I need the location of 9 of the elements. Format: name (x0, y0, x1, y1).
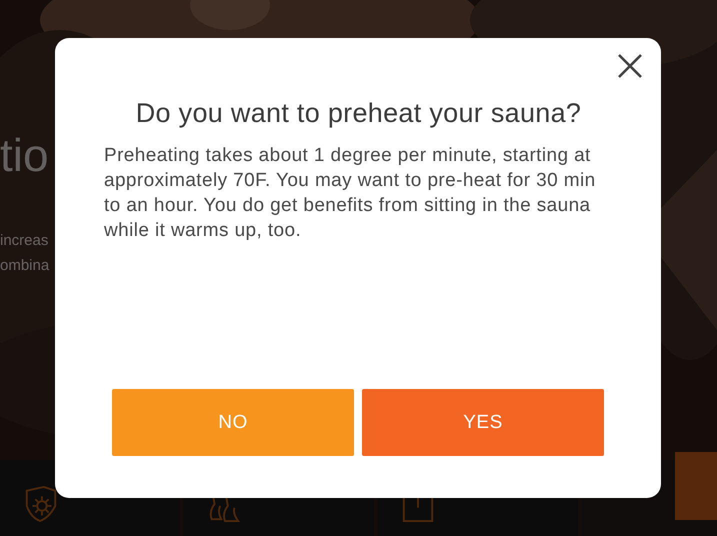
shield-icon (24, 486, 58, 522)
hero-heading: tio (0, 128, 49, 182)
hero-text: ombina (0, 256, 50, 276)
close-button[interactable] (617, 53, 643, 79)
dialog-title: Do you want to preheat your sauna? (134, 97, 582, 130)
confirm-button[interactable]: YES (362, 389, 604, 456)
hero-text: increas (0, 231, 48, 251)
dialog-message: Preheating takes about 1 degree per minute, starting at approximately 70F. You may want to pre-heat for 30 min to an hour. You do get benefits from sitting in the sauna while it warms up, too. (104, 144, 597, 243)
cancel-button[interactable]: NO (112, 389, 354, 456)
